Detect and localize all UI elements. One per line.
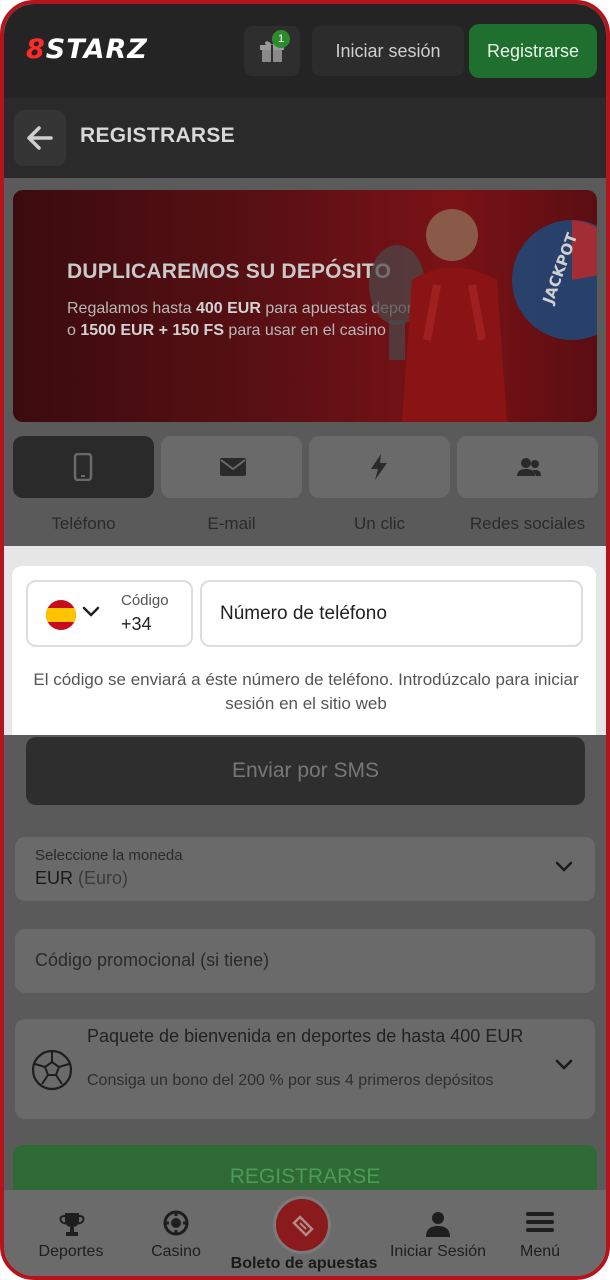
tab-phone[interactable]: Teléfono <box>13 436 154 536</box>
tab-phone-label: Teléfono <box>51 514 116 533</box>
tab-one-click-label: Un clic <box>353 514 405 533</box>
page-titlebar: REGISTRARSE <box>4 98 606 178</box>
users-icon <box>517 458 541 476</box>
lightning-icon <box>371 454 387 480</box>
nav-casino-label: Casino <box>151 1243 201 1260</box>
betslip-button[interactable] <box>273 1196 331 1254</box>
nav-casino[interactable]: Casino <box>136 1190 216 1276</box>
top-header: 8STARZ 1 Iniciar sesión Registrarse <box>4 4 606 98</box>
bonus-description: Consiga un bono del 200 % por sus 4 prim… <box>87 1072 494 1089</box>
tab-one-click[interactable]: Un clic <box>309 436 450 536</box>
trophy-icon <box>59 1213 85 1236</box>
tab-email-label: E-mail <box>207 514 256 533</box>
nav-login[interactable]: Iniciar Sesión <box>382 1190 494 1276</box>
currency-label: Seleccione la moneda <box>35 847 183 864</box>
brand-logo[interactable]: 8STARZ <box>26 34 148 65</box>
banner-player-illustration: JACKPOT <box>369 209 597 422</box>
phone-frame: 8STARZ 1 Iniciar sesión Registrarse REGI… <box>0 0 610 1280</box>
bonus-title: Paquete de bienvenida en deportes de has… <box>87 1026 524 1046</box>
betslip-label: Boleto de apuestas <box>230 1255 378 1272</box>
tab-social[interactable]: Redes sociales <box>457 436 598 536</box>
promo-banner[interactable]: DUPLICAREMOS SU DEPÓSITO Regalamos hasta… <box>13 190 597 422</box>
user-icon <box>426 1212 450 1237</box>
nav-menu[interactable]: Menú <box>504 1190 576 1276</box>
soccer-ball-icon <box>31 1049 73 1091</box>
nav-menu-label: Menú <box>519 1243 561 1260</box>
banner-title: DUPLICAREMOS SU DEPÓSITO <box>67 260 392 283</box>
nav-sports[interactable]: Deportes <box>26 1190 116 1276</box>
tab-social-label: Redes sociales <box>469 514 586 533</box>
phone-number-input[interactable] <box>200 580 583 647</box>
smartphone-icon <box>73 453 93 481</box>
ticket-icon <box>292 1215 314 1237</box>
phone-card: Código +34 El código se enviará a éste n… <box>12 566 596 735</box>
envelope-icon <box>220 458 246 476</box>
gift-button[interactable]: 1 <box>244 26 300 76</box>
arrow-left-icon <box>27 126 53 150</box>
register-header-button[interactable]: Registrarse <box>469 24 597 78</box>
country-code-select[interactable]: Código +34 <box>26 580 193 647</box>
registration-method-tabs: Teléfono E-mail Un clic Redes sociales <box>13 436 598 536</box>
promo-code-placeholder: Código promocional (si tiene) <box>35 950 270 970</box>
promo-code-field[interactable]: Código promocional (si tiene) <box>15 929 595 993</box>
currency-select[interactable]: Seleccione la moneda EUR (Euro) <box>15 837 595 901</box>
gift-count-badge: 1 <box>272 30 290 48</box>
casino-chip-icon <box>163 1210 189 1236</box>
chevron-down-icon <box>555 1059 573 1070</box>
tab-email[interactable]: E-mail <box>161 436 302 536</box>
spain-flag-icon <box>46 600 76 630</box>
phone-note: El código se enviará a éste número de te… <box>33 670 579 713</box>
chevron-down-icon <box>82 606 100 617</box>
chevron-down-icon <box>555 861 573 872</box>
phone-section: Código +34 El código se enviará a éste n… <box>4 546 606 735</box>
nav-sports-label: Deportes <box>38 1243 104 1260</box>
send-sms-button[interactable]: Enviar por SMS <box>26 737 585 805</box>
hamburger-menu-icon <box>526 1212 554 1232</box>
welcome-bonus-select[interactable]: Paquete de bienvenida en deportes de has… <box>15 1019 595 1119</box>
country-code-label: Código <box>121 592 169 609</box>
nav-login-label: Iniciar Sesión <box>389 1243 487 1260</box>
registration-content: DUPLICAREMOS SU DEPÓSITO Regalamos hasta… <box>4 178 606 1276</box>
country-code-value: +34 <box>121 614 152 634</box>
currency-value: EUR (Euro) <box>35 868 129 888</box>
page-title: REGISTRARSE <box>80 124 235 147</box>
login-button[interactable]: Iniciar sesión <box>312 26 464 76</box>
back-button[interactable] <box>14 110 66 166</box>
